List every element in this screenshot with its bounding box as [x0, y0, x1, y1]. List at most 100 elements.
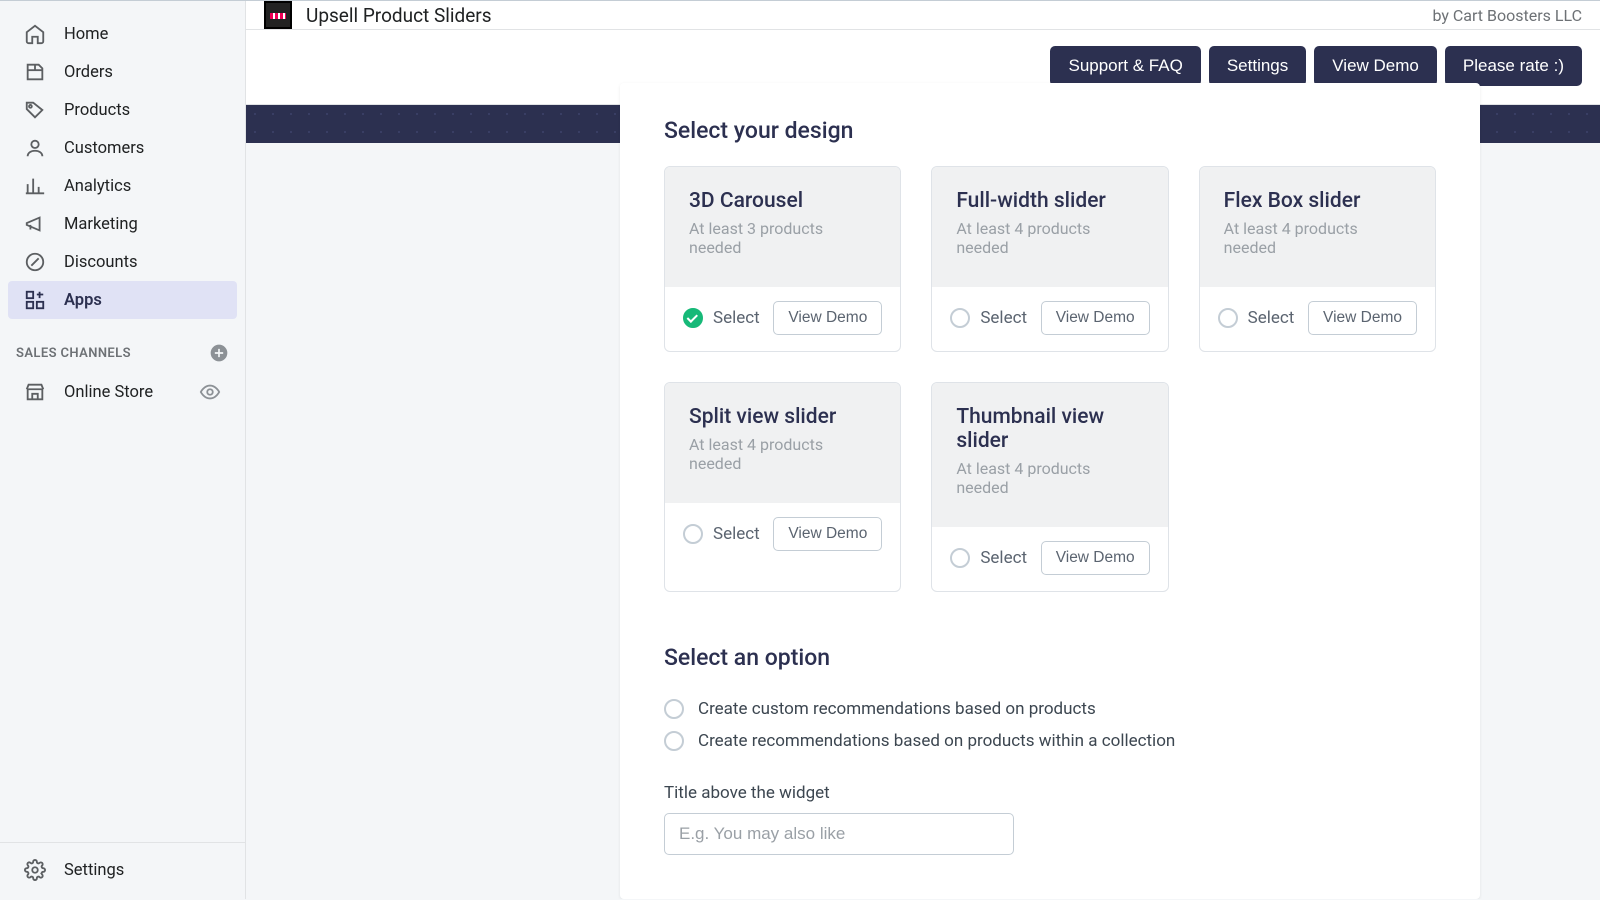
- design-card-subtitle: At least 3 products needed: [689, 219, 876, 257]
- nav-label: Marketing: [64, 215, 138, 234]
- store-icon: [24, 381, 46, 403]
- design-section-title: Select your design: [664, 117, 1436, 144]
- nav-settings[interactable]: Settings: [8, 851, 237, 889]
- nav-marketing[interactable]: Marketing: [8, 205, 237, 243]
- option-section-title: Select an option: [664, 644, 1436, 671]
- home-icon: [24, 23, 46, 45]
- view-demo-button[interactable]: View Demo: [1314, 46, 1437, 86]
- design-view-demo-button[interactable]: View Demo: [773, 517, 882, 551]
- design-card-subtitle: At least 4 products needed: [956, 219, 1143, 257]
- topbar: Upsell Product Sliders by Cart Boosters …: [246, 1, 1600, 30]
- nav-orders[interactable]: Orders: [8, 53, 237, 91]
- content-card: Select your design 3D Carousel At least …: [620, 83, 1480, 899]
- design-view-demo-button[interactable]: View Demo: [1041, 301, 1150, 335]
- eye-icon[interactable]: [199, 381, 221, 403]
- design-select-radio[interactable]: Select: [950, 308, 1027, 328]
- design-card-subtitle: At least 4 products needed: [956, 459, 1143, 497]
- app-byline: by Cart Boosters LLC: [1432, 6, 1582, 25]
- megaphone-icon: [24, 213, 46, 235]
- design-select-radio[interactable]: Select: [683, 524, 760, 544]
- gear-icon: [24, 859, 46, 881]
- design-card-header: Flex Box slider At least 4 products need…: [1200, 167, 1435, 287]
- nav-products[interactable]: Products: [8, 91, 237, 129]
- design-card: Flex Box slider At least 4 products need…: [1199, 166, 1436, 352]
- design-select-radio[interactable]: Select: [683, 308, 760, 328]
- please-rate-button[interactable]: Please rate :): [1445, 46, 1582, 86]
- design-card-subtitle: At least 4 products needed: [689, 435, 876, 473]
- radio-icon: [664, 731, 684, 751]
- radio-icon: [664, 699, 684, 719]
- design-card-title: Thumbnail view slider: [956, 405, 1143, 453]
- nav-label: Analytics: [64, 177, 131, 196]
- design-view-demo-button[interactable]: View Demo: [1041, 541, 1150, 575]
- main-area: Upsell Product Sliders by Cart Boosters …: [246, 1, 1600, 899]
- design-select-radio[interactable]: Select: [950, 548, 1027, 568]
- nav-discounts[interactable]: Discounts: [8, 243, 237, 281]
- radio-icon: [950, 548, 970, 568]
- design-card: Full-width slider At least 4 products ne…: [931, 166, 1168, 352]
- nav-label: Settings: [64, 861, 124, 880]
- apps-icon: [24, 289, 46, 311]
- discount-icon: [24, 251, 46, 273]
- plus-circle-icon[interactable]: [209, 343, 229, 363]
- analytics-icon: [24, 175, 46, 197]
- nav-analytics[interactable]: Analytics: [8, 167, 237, 205]
- option-radio-item[interactable]: Create recommendations based on products…: [664, 725, 1436, 757]
- design-card-title: 3D Carousel: [689, 189, 876, 213]
- nav-online-store[interactable]: Online Store: [8, 373, 237, 411]
- design-card-footer: Select View Demo: [665, 287, 900, 351]
- option-label: Create custom recommendations based on p…: [698, 699, 1096, 719]
- radio-icon: [950, 308, 970, 328]
- radio-icon: [1218, 308, 1238, 328]
- sales-channels-header: SALES CHANNELS: [0, 337, 245, 369]
- design-view-demo-button[interactable]: View Demo: [773, 301, 882, 335]
- design-card-subtitle: At least 4 products needed: [1224, 219, 1411, 257]
- design-card-title: Flex Box slider: [1224, 189, 1411, 213]
- design-card: 3D Carousel At least 3 products needed S…: [664, 166, 901, 352]
- design-card: Split view slider At least 4 products ne…: [664, 382, 901, 592]
- design-card-footer: Select View Demo: [932, 527, 1167, 591]
- section-header-label: SALES CHANNELS: [16, 346, 131, 361]
- orders-icon: [24, 61, 46, 83]
- option-radio-item[interactable]: Create custom recommendations based on p…: [664, 693, 1436, 725]
- radio-label: Select: [713, 308, 760, 328]
- radio-icon: [683, 524, 703, 544]
- customer-icon: [24, 137, 46, 159]
- nav-label: Products: [64, 101, 130, 120]
- radio-label: Select: [713, 524, 760, 544]
- nav-label: Apps: [64, 291, 102, 310]
- radio-icon: [683, 308, 703, 328]
- nav-label: Home: [64, 25, 108, 44]
- design-card-header: Split view slider At least 4 products ne…: [665, 383, 900, 503]
- radio-label: Select: [1248, 308, 1295, 328]
- radio-label: Select: [980, 548, 1027, 568]
- design-select-radio[interactable]: Select: [1218, 308, 1295, 328]
- tag-icon: [24, 99, 46, 121]
- sidebar: Home Orders Products Customers Analytics…: [0, 1, 246, 899]
- nav-apps[interactable]: Apps: [8, 281, 237, 319]
- nav-label: Online Store: [64, 383, 153, 402]
- settings-button[interactable]: Settings: [1209, 46, 1306, 86]
- widget-title-input[interactable]: [664, 813, 1014, 855]
- nav-label: Customers: [64, 139, 144, 158]
- support-faq-button[interactable]: Support & FAQ: [1050, 46, 1200, 86]
- design-view-demo-button[interactable]: View Demo: [1308, 301, 1417, 335]
- design-card-footer: Select View Demo: [932, 287, 1167, 351]
- radio-label: Select: [980, 308, 1027, 328]
- app-logo: [264, 1, 292, 29]
- app-title: Upsell Product Sliders: [306, 4, 492, 27]
- design-card-header: Full-width slider At least 4 products ne…: [932, 167, 1167, 287]
- option-list: Create custom recommendations based on p…: [664, 693, 1436, 757]
- design-card-footer: Select View Demo: [1200, 287, 1435, 351]
- nav-label: Discounts: [64, 253, 138, 272]
- design-card-header: 3D Carousel At least 3 products needed: [665, 167, 900, 287]
- design-card-header: Thumbnail view slider At least 4 product…: [932, 383, 1167, 527]
- nav-customers[interactable]: Customers: [8, 129, 237, 167]
- design-grid: 3D Carousel At least 3 products needed S…: [664, 166, 1436, 592]
- widget-title-label: Title above the widget: [664, 783, 1436, 803]
- option-label: Create recommendations based on products…: [698, 731, 1175, 751]
- nav-home[interactable]: Home: [8, 15, 237, 53]
- design-card: Thumbnail view slider At least 4 product…: [931, 382, 1168, 592]
- design-card-footer: Select View Demo: [665, 503, 900, 567]
- design-card-title: Full-width slider: [956, 189, 1143, 213]
